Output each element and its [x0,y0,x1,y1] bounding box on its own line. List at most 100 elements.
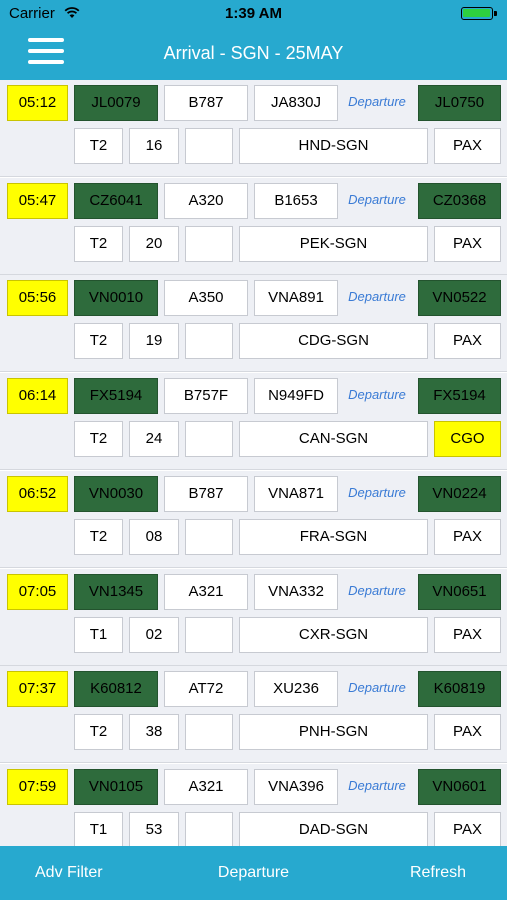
registration: VNA891 [254,280,338,317]
empty-cell [185,714,233,751]
arrival-time: 05:56 [7,280,68,317]
aircraft-type: B757F [164,378,248,415]
empty-cell [185,421,233,458]
departure-link[interactable]: Departure [342,476,412,512]
arrival-flight[interactable]: JL0079 [74,85,158,121]
aircraft-type: A350 [164,280,248,317]
route: PNH-SGN [239,714,428,751]
terminal: T2 [74,323,123,360]
arrival-time: 06:52 [7,475,68,512]
arrival-time: 06:14 [7,378,68,415]
departure-flight[interactable]: VN0601 [418,768,501,805]
registration: XU236 [254,671,338,708]
flight-category: PAX [434,811,501,846]
gate: 19 [129,323,179,360]
arrival-time: 05:47 [7,182,68,219]
departure-link[interactable]: Departure [342,85,412,121]
gate: 53 [129,811,179,846]
route: FRA-SGN [239,518,428,555]
flight-category: PAX [434,714,501,751]
flight-row[interactable]: 06:14 FX5194 B757F N949FD Departure FX5194 T2 2… [0,373,507,471]
aircraft-type: A321 [164,768,248,805]
registration: N949FD [254,378,338,415]
arrival-time: 07:05 [7,573,68,610]
route: CXR-SGN [239,616,428,653]
arrival-flight[interactable]: FX5194 [74,378,158,415]
gate: 16 [129,128,179,164]
terminal: T2 [74,714,123,751]
flight-category: PAX [434,225,501,262]
arrival-flight[interactable]: K60812 [74,671,158,708]
route: HND-SGN [239,128,428,164]
terminal: T2 [74,518,123,555]
flight-row[interactable]: 07:05 VN1345 A321 VNA332 Departure VN0651 T1 02… [0,568,507,666]
flight-row[interactable]: 07:37 K60812 AT72 XU236 Departure K60819 T2 38 P… [0,666,507,764]
departure-link[interactable]: Departure [342,183,412,219]
gate: 20 [129,225,179,262]
flight-category: PAX [434,323,501,360]
flight-row[interactable]: 05:56 VN0010 A350 VNA891 Departure VN0522 T2 19… [0,275,507,373]
status-bar: Carrier 1:39 AM [0,0,507,28]
departure-flight[interactable]: FX5194 [418,378,501,415]
flight-row[interactable]: 05:47 CZ6041 A320 B1653 Departure CZ0368 T2 20 P… [0,177,507,275]
refresh-button[interactable]: Refresh [410,864,466,882]
route: CDG-SGN [239,323,428,360]
flight-category: PAX [434,128,501,164]
arrival-time: 05:12 [7,85,68,121]
gate: 24 [129,421,179,458]
empty-cell [185,128,233,164]
departure-link[interactable]: Departure [342,280,412,316]
departure-flight[interactable]: VN0651 [418,573,501,610]
terminal: T2 [74,225,123,262]
arrival-time: 07:37 [7,671,68,708]
departure-flight[interactable]: CZ0368 [418,182,501,219]
navigation-bar: Arrival - SGN - 25MAY [0,28,507,80]
flight-row[interactable]: 07:59 VN0105 A321 VNA396 Departure VN0601 T1 53… [0,763,507,846]
gate: 08 [129,518,179,555]
arrival-time: 07:59 [7,768,68,805]
terminal: T2 [74,421,123,458]
registration: VNA332 [254,573,338,610]
terminal: T2 [74,128,123,164]
route: DAD-SGN [239,811,428,846]
terminal: T1 [74,616,123,653]
departure-link[interactable]: Departure [342,574,412,610]
arrival-flight[interactable]: VN1345 [74,573,158,610]
flight-category: PAX [434,616,501,653]
aircraft-type: AT72 [164,671,248,708]
arrival-flight[interactable]: CZ6041 [74,182,158,219]
bottom-toolbar: Adv Filter Departure Refresh [0,846,507,900]
departure-flight[interactable]: JL0750 [418,85,501,121]
flight-row[interactable]: 05:12 JL0079 B787 JA830J Departure JL0750 T2 16… [0,80,507,177]
registration: VNA871 [254,475,338,512]
gate: 02 [129,616,179,653]
route: CAN-SGN [239,421,428,458]
empty-cell [185,518,233,555]
route: PEK-SGN [239,225,428,262]
flight-category: PAX [434,518,501,555]
battery-icon [461,7,499,20]
empty-cell [185,225,233,262]
departure-link[interactable]: Departure [342,378,412,414]
empty-cell [185,323,233,360]
flight-row[interactable]: 06:52 VN0030 B787 VNA871 Departure VN0224 T2 08… [0,470,507,568]
page-title: Arrival - SGN - 25MAY [163,43,344,63]
clock: 1:39 AM [225,5,282,22]
aircraft-type: A321 [164,573,248,610]
flight-category: CGO [434,421,501,458]
departure-flight[interactable]: VN0522 [418,280,501,317]
arrival-flight[interactable]: VN0010 [74,280,158,317]
arrival-list[interactable]: 05:12 JL0079 B787 JA830J Departure JL0750 T2 16… [0,80,507,846]
aircraft-type: B787 [164,475,248,512]
arrival-flight[interactable]: VN0105 [74,768,158,805]
registration: B1653 [254,182,338,219]
terminal: T1 [74,811,123,846]
registration: JA830J [254,85,338,121]
arrival-flight[interactable]: VN0030 [74,475,158,512]
empty-cell [185,616,233,653]
empty-cell [185,811,233,846]
departure-flight[interactable]: VN0224 [418,475,501,512]
departure-link[interactable]: Departure [342,671,412,707]
departure-link[interactable]: Departure [342,769,412,805]
departure-flight[interactable]: K60819 [418,671,501,708]
